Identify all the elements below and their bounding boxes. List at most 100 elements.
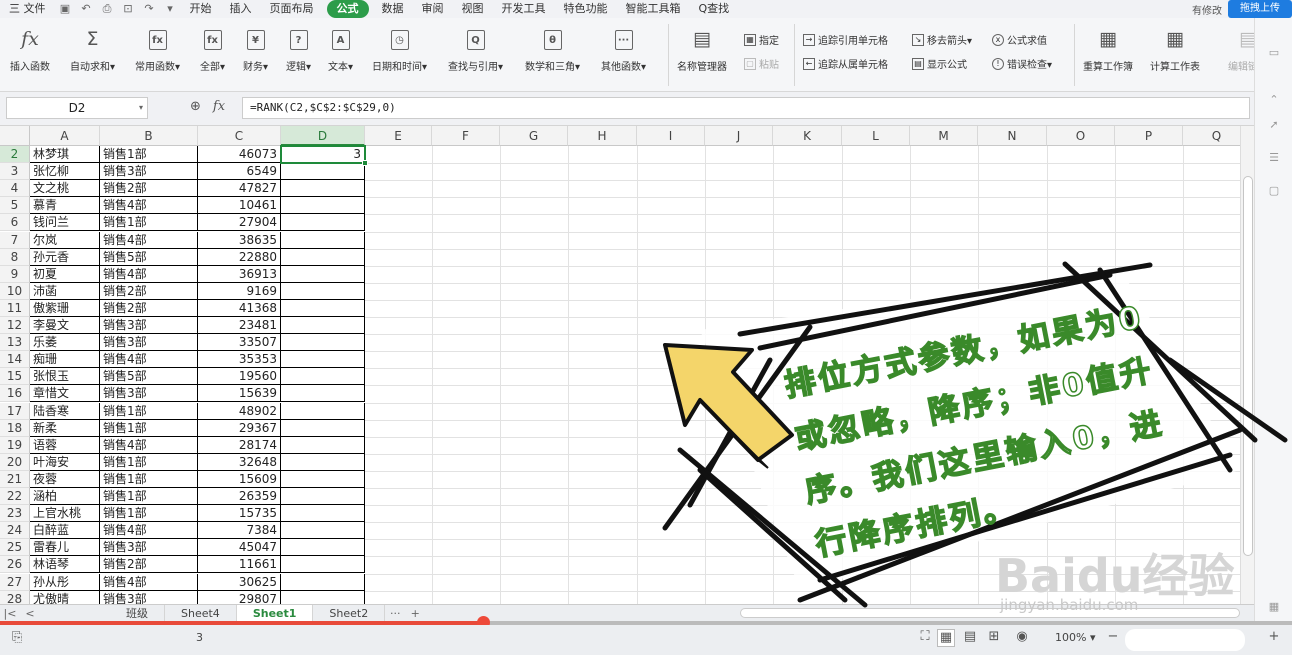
other-functions-button[interactable]: ··· 其他函数▾ (601, 26, 646, 73)
scroll-thumb[interactable] (1243, 176, 1253, 556)
cell-value[interactable]: 6549 (198, 163, 281, 181)
cell-name[interactable]: 语蓉 (30, 436, 100, 454)
row-header[interactable]: 22 (0, 488, 30, 505)
cell-value[interactable]: 36913 (198, 265, 281, 283)
cell-rank[interactable] (281, 368, 365, 386)
comment-icon[interactable]: ▢ (1267, 184, 1281, 198)
macro-icon[interactable]: ⎘ (12, 630, 22, 645)
row-header[interactable]: 8 (0, 248, 30, 266)
save-icon[interactable]: ▣ (58, 3, 73, 15)
cell-rank[interactable] (281, 590, 365, 604)
select-all-corner[interactable] (0, 126, 30, 146)
cell-name[interactable]: 沛菡 (30, 282, 100, 300)
column-header-j[interactable]: J (705, 126, 773, 146)
row-header[interactable]: 2 (0, 146, 30, 163)
zoom-level[interactable]: 100% ▾ (1055, 631, 1095, 644)
column-header-f[interactable]: F (432, 126, 500, 146)
search-button[interactable]: Q查找 (690, 0, 739, 18)
cell-rank[interactable] (281, 488, 365, 505)
row-header[interactable]: 7 (0, 231, 30, 249)
evaluate-formula-button[interactable]: x 公式求值 (992, 32, 1047, 47)
row-header[interactable]: 14 (0, 351, 30, 369)
eye-protect-icon[interactable]: ◉ (1013, 629, 1031, 647)
cell-value[interactable]: 33507 (198, 334, 281, 352)
text-button[interactable]: A 文本▾ (328, 26, 353, 73)
row-header[interactable]: 12 (0, 317, 30, 334)
lookup-reference-button[interactable]: Q 查找与引用▾ (448, 26, 503, 73)
zoom-out-icon[interactable]: − (1104, 629, 1122, 647)
cell-rank[interactable] (281, 180, 365, 198)
fill-handle[interactable] (362, 160, 368, 166)
cell-rank[interactable] (281, 470, 365, 488)
cell-name[interactable]: 张恨玉 (30, 368, 100, 386)
column-header-g[interactable]: G (500, 126, 568, 146)
cell-dept[interactable]: 销售2部 (100, 556, 198, 574)
cell-dept[interactable]: 销售1部 (100, 453, 198, 471)
cell-value[interactable]: 29367 (198, 419, 281, 437)
cell-value[interactable]: 22880 (198, 248, 281, 266)
tab-insert[interactable]: 插入 (221, 0, 261, 18)
file-menu[interactable]: 三 文件 (0, 0, 55, 18)
row-header[interactable]: 24 (0, 522, 30, 540)
error-check-button[interactable]: ! 错误检查▾ (992, 56, 1052, 71)
row-header[interactable]: 28 (0, 590, 30, 604)
cell-name[interactable]: 孙从彤 (30, 573, 100, 591)
cell-name[interactable]: 慕青 (30, 197, 100, 215)
print-icon[interactable]: ⎙ (100, 3, 115, 15)
cell-value[interactable]: 26359 (198, 488, 281, 505)
paste-name-button[interactable]: ▢ 粘贴 (744, 56, 779, 71)
all-functions-button[interactable]: fx 全部▾ (200, 26, 225, 73)
cell-name[interactable]: 雷春儿 (30, 539, 100, 557)
date-time-button[interactable]: ◷ 日期和时间▾ (372, 26, 427, 73)
cell-dept[interactable]: 销售3部 (100, 317, 198, 334)
cell-dept[interactable]: 销售4部 (100, 197, 198, 215)
cell-value[interactable]: 7384 (198, 522, 281, 540)
cell-rank[interactable] (281, 231, 365, 249)
tab-formula[interactable]: 公式 (326, 0, 369, 18)
more-icon[interactable]: ▾ (163, 3, 178, 15)
tab-developer[interactable]: 开发工具 (493, 0, 555, 18)
formula-input[interactable]: =RANK(C2,$C$2:$C$29,0) (242, 97, 1250, 119)
cell-rank[interactable] (281, 248, 365, 266)
cell-dept[interactable]: 销售3部 (100, 163, 198, 181)
trace-precedents-button[interactable]: → 追踪引用单元格 (803, 32, 888, 47)
cell-name[interactable]: 尔岚 (30, 231, 100, 249)
cell-rank[interactable] (281, 556, 365, 574)
cell-name[interactable]: 新柔 (30, 419, 100, 437)
chevron-down-icon[interactable]: ▾ (139, 98, 143, 118)
name-manager-button[interactable]: ▤ 名称管理器 (677, 26, 727, 73)
cell-rank[interactable] (281, 351, 365, 369)
cell-name[interactable]: 涵柏 (30, 488, 100, 505)
column-header-e[interactable]: E (365, 126, 432, 146)
cell-value[interactable]: 41368 (198, 299, 281, 317)
cell-dept[interactable]: 销售5部 (100, 248, 198, 266)
cell-value[interactable]: 28174 (198, 436, 281, 454)
page-layout-icon[interactable]: ▤ (961, 629, 979, 647)
autosum-button[interactable]: Σ 自动求和▾ (70, 26, 115, 73)
row-header[interactable]: 3 (0, 163, 30, 181)
cell-name[interactable]: 白醉蓝 (30, 522, 100, 540)
cell-value[interactable]: 45047 (198, 539, 281, 557)
cell-dept[interactable]: 销售4部 (100, 351, 198, 369)
cell-rank[interactable] (281, 419, 365, 437)
cell-dept[interactable]: 销售3部 (100, 590, 198, 604)
cell-dept[interactable]: 销售1部 (100, 470, 198, 488)
row-header[interactable]: 26 (0, 556, 30, 574)
cell-rank[interactable] (281, 299, 365, 317)
cell-value[interactable]: 47827 (198, 180, 281, 198)
fx-icon[interactable]: fx (213, 99, 225, 114)
fullscreen-icon[interactable]: ⛶ (916, 629, 934, 647)
cell-rank[interactable] (281, 282, 365, 300)
cell-name[interactable]: 初夏 (30, 265, 100, 283)
cell-dept[interactable]: 销售3部 (100, 385, 198, 403)
cell-dept[interactable]: 销售1部 (100, 214, 198, 232)
column-header-k[interactable]: K (773, 126, 842, 146)
cell-name[interactable]: 李曼文 (30, 317, 100, 334)
tab-start[interactable]: 开始 (181, 0, 221, 18)
cell-value[interactable]: 32648 (198, 453, 281, 471)
cell-dept[interactable]: 销售4部 (100, 265, 198, 283)
cell-dept[interactable]: 销售5部 (100, 368, 198, 386)
cell-value[interactable]: 10461 (198, 197, 281, 215)
calculate-sheet-button[interactable]: ▦ 计算工作表 (1150, 26, 1200, 73)
cell-rank[interactable] (281, 522, 365, 540)
